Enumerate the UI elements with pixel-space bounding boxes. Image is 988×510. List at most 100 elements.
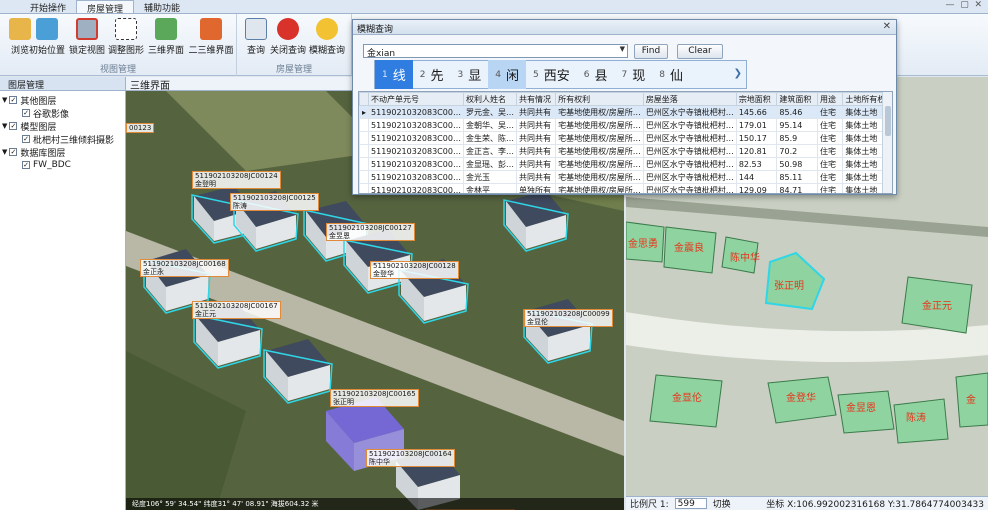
layer-label: 谷歌影像: [33, 109, 70, 120]
ime-candidate[interactable]: 7现: [615, 60, 653, 89]
chevron-down-icon[interactable]: ▼: [620, 45, 625, 53]
ime-candidate-text: 西安: [543, 69, 570, 84]
tab-house-management[interactable]: 房屋管理: [76, 0, 135, 15]
table-cell: 共同共有: [515, 144, 557, 158]
table-row[interactable]: ▸ 5119021032083C00… 罗元金、吴… 共同共有 宅基地使用权/房屋所… 巴…: [359, 105, 892, 119]
scrollbar-thumb[interactable]: [885, 106, 891, 136]
table-cell: 金正言、李…: [462, 144, 517, 158]
ime-candidate-number: 3: [457, 69, 464, 80]
layer-group-model[interactable]: ▼ ✓ 模型图层: [2, 120, 123, 133]
table-cell: 宅基地使用权/房屋所…: [555, 131, 644, 145]
3d-view-button[interactable]: 三维界面: [146, 18, 186, 56]
column-header[interactable]: 所有权利: [555, 92, 644, 106]
layer-panel-title: 图层管理: [0, 77, 125, 91]
table-cell: 共同共有: [515, 170, 557, 184]
building-label: 511902103208JC00168 金正永: [140, 259, 229, 277]
collapse-icon[interactable]: ▼: [2, 122, 7, 130]
vertical-scrollbar[interactable]: [882, 92, 892, 193]
ime-candidate[interactable]: 2先: [413, 60, 451, 89]
building-code: 511902103208JC00164: [369, 450, 452, 458]
2d-3d-view-label: 二三维界面: [188, 46, 234, 56]
checkbox[interactable]: ✓: [22, 161, 30, 169]
checkbox[interactable]: ✓: [22, 109, 30, 117]
layer-label: FW_BDC: [33, 160, 71, 170]
2d-3d-view-button[interactable]: 二三维界面: [186, 18, 236, 56]
query-input[interactable]: 金xian ▼: [363, 44, 628, 59]
parcel-label: 金登华: [786, 391, 816, 404]
table-cell: 5119021032083C00…: [368, 144, 464, 158]
ime-candidate[interactable]: 6县: [577, 60, 615, 89]
find-button[interactable]: Find: [634, 44, 668, 59]
building-owner: 金显伦: [527, 318, 548, 326]
close-query-button[interactable]: 关闭查询: [270, 18, 306, 56]
layer-fw-bdc[interactable]: ✓ FW_BDC: [2, 159, 123, 171]
ime-candidate[interactable]: 8仙: [652, 60, 690, 89]
table-cell: 巴州区水宁寺镇枇杷村…: [642, 105, 737, 119]
initial-position-button[interactable]: 初始位置: [26, 18, 68, 56]
layer-group-other[interactable]: ▼ ✓ 其他图层: [2, 94, 123, 107]
column-header[interactable]: 共有情况: [515, 92, 557, 106]
adjust-shape-button[interactable]: 调整图形: [106, 18, 146, 56]
clear-button[interactable]: Clear: [677, 44, 723, 59]
fuzzy-query-button[interactable]: 模糊查询: [307, 18, 347, 56]
window-minimize-icon[interactable]: — ▢ ✕: [946, 0, 983, 10]
lock-view-button[interactable]: 锁定视图: [67, 18, 107, 56]
table-cell: 5119021032083C00…: [368, 131, 464, 145]
table-cell: 住宅: [817, 183, 844, 193]
table-cell: 宅基地使用权/房屋所…: [555, 144, 644, 158]
table-row[interactable]: 5119021032083C00… 金生荣、陈… 共同共有 宅基地使用权/房屋所… 巴州…: [359, 131, 892, 145]
column-header[interactable]: 不动产单元号: [368, 92, 464, 106]
ime-candidate[interactable]: 5 西安: [526, 60, 577, 89]
building-label: 511902103208JC00125 陈涛: [230, 193, 319, 211]
column-header[interactable]: 房屋坐落: [642, 92, 737, 106]
layer-group-database[interactable]: ▼ ✓ 数据库图层: [2, 146, 123, 159]
query-button[interactable]: 查询: [239, 18, 273, 56]
building-label: 511902103208JC00165 张正明: [330, 389, 419, 407]
group-view-label: 视图管理: [99, 65, 136, 75]
checkbox[interactable]: ✓: [22, 135, 30, 143]
ime-candidate[interactable]: 4闲: [488, 60, 526, 89]
ime-candidate[interactable]: 3显: [451, 60, 489, 89]
building-code: 00123: [129, 124, 152, 132]
building-label: 511902103208JC00124 金登明: [192, 171, 281, 189]
lock-view-icon: [76, 18, 98, 40]
collapse-icon[interactable]: ▼: [2, 96, 7, 104]
building-label: 511902103208JC00099 金显伦: [524, 309, 613, 327]
scale-input[interactable]: 599: [674, 498, 707, 509]
query-input-value: 金xian: [367, 49, 396, 59]
building-label: 511902103208JC00167 金正元: [192, 301, 281, 319]
ime-next-page-icon[interactable]: ❯: [734, 68, 742, 79]
table-row[interactable]: 5119021032083C00… 金朝华、吴… 共同共有 宅基地使用权/房屋所… 巴州…: [359, 118, 892, 132]
app-menu-button[interactable]: [0, 0, 20, 13]
ime-candidate[interactable]: 1线: [375, 60, 413, 89]
column-header[interactable]: 宗地面积: [735, 92, 778, 106]
tab-assist[interactable]: 辅助功能: [134, 0, 190, 14]
column-header[interactable]: 权利人姓名: [462, 92, 517, 106]
checkbox[interactable]: ✓: [9, 122, 18, 130]
layer-google-imagery[interactable]: ✓ 谷歌影像: [2, 107, 123, 120]
layer-label: 枇杷村三维倾斜摄影: [33, 135, 115, 146]
tab-start[interactable]: 开始操作: [20, 0, 76, 14]
column-header[interactable]: 用途: [817, 92, 844, 106]
layer-oblique-model[interactable]: ✓ 枇杷村三维倾斜摄影: [2, 133, 123, 146]
result-table: 不动产单元号 权利人姓名 共有情况 所有权利 房屋坐落 宗地面积 建筑面积 用途 土地所有权 ▸…: [359, 92, 892, 193]
table-row[interactable]: 5119021032083C00… 金正言、李… 共同共有 宅基地使用权/房屋所… 巴州…: [359, 144, 892, 158]
select-shape-icon: [115, 18, 137, 40]
table-cell: 145.66: [735, 105, 778, 119]
collapse-icon[interactable]: ▼: [2, 148, 7, 156]
building-owner: 金昱恩: [329, 232, 350, 240]
building-label: 511902103208JC00128 金登华: [370, 261, 459, 279]
ribbon-tabs: 开始操作 房屋管理 辅助功能 — ▢ ✕: [0, 0, 988, 15]
column-header[interactable]: 建筑面积: [776, 92, 819, 106]
table-row[interactable]: 5119021032083C00… 金林平 单独所有 宅基地使用权/房屋所… 巴州区水宁…: [359, 183, 892, 193]
table-cell: 共同共有: [515, 105, 557, 119]
2d-status-bar: 比例尺 1: 599 切换 坐标 X:106.992002316168 Y:31…: [626, 496, 988, 510]
checkbox[interactable]: ✓: [9, 96, 18, 104]
table-cell: 179.01: [735, 118, 778, 132]
table-row[interactable]: 5119021032083C00… 金光玉 共同共有 宅基地使用权/房屋所… 巴州区水宁…: [359, 170, 892, 184]
table-row[interactable]: 5119021032083C00… 金显瑶、彭… 共同共有 宅基地使用权/房屋所… 巴州…: [359, 157, 892, 171]
switch-button[interactable]: 切换: [713, 497, 731, 510]
close-icon[interactable]: ✕: [883, 21, 891, 32]
checkbox[interactable]: ✓: [9, 148, 18, 156]
building-label: 511902103208JC00164 陈中华: [366, 449, 455, 467]
